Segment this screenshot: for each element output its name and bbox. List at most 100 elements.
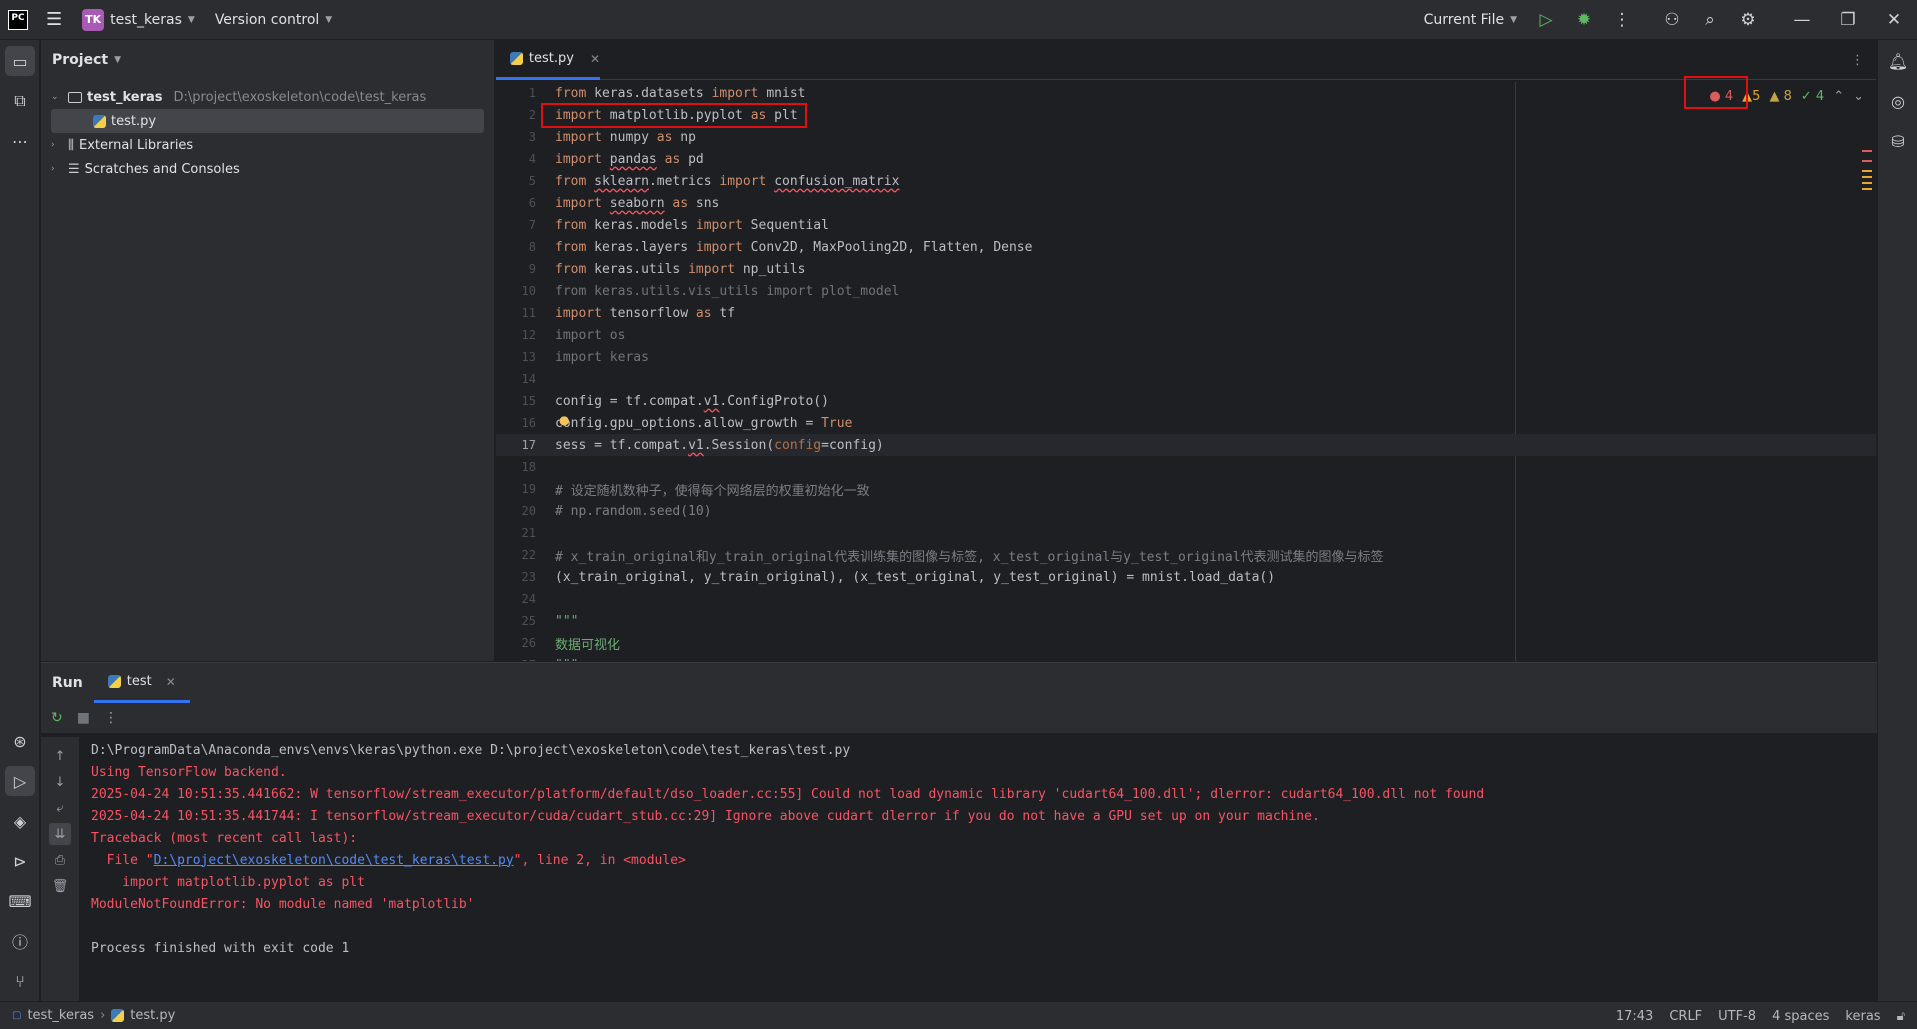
line-separator[interactable]: CRLF <box>1669 1009 1702 1024</box>
breadcrumb-project[interactable]: test_keras <box>27 1008 94 1023</box>
project-selector[interactable]: TK test_keras ▼ <box>72 0 205 40</box>
database-icon[interactable]: ⛁ <box>1883 126 1913 156</box>
tree-item-external-libraries[interactable]: › ⫼ External Libraries <box>51 133 484 157</box>
breadcrumb: ▢ test_keras › test.py <box>0 1008 175 1023</box>
code-line: 16 config.gpu_options.allow_growth = True… <box>521 413 853 431</box>
console-line: Process finished with exit code 1 <box>91 940 350 956</box>
pycharm-logo: PC <box>8 9 28 30</box>
indent-setting[interactable]: 4 spaces <box>1772 1009 1829 1024</box>
python-console-icon[interactable]: ⊛ <box>5 726 35 756</box>
print-icon[interactable]: ⎙ <box>49 849 71 871</box>
python-file-icon <box>107 675 121 688</box>
python-file-icon <box>510 52 523 65</box>
tab-test-py[interactable]: test.py ✕ <box>496 40 600 80</box>
close-icon[interactable]: ✕ <box>166 675 176 689</box>
run-config-selector[interactable]: Current File ▼ <box>1414 0 1527 40</box>
terminal-icon[interactable]: ⌨ <box>5 886 35 916</box>
chevron-right-icon[interactable]: › <box>51 164 63 174</box>
lightbulb-icon[interactable]: ● <box>559 413 569 427</box>
library-icon: ⫼ <box>68 137 74 153</box>
console-text: File " <box>91 852 154 868</box>
console-line-file: File " D:\project\exoskeleton\code\test_k… <box>91 849 1867 871</box>
gear-icon[interactable]: ⚙ <box>1729 0 1767 40</box>
right-tool-strip: 🔔︎ ◎ ⛁ <box>1877 40 1917 1001</box>
project-panel-title: Project <box>52 52 109 68</box>
run-config-label: Current File <box>1423 12 1505 28</box>
code-line: 18 <box>521 460 536 474</box>
caret-position[interactable]: 17:43 <box>1616 1009 1653 1024</box>
code-line: 11 import tensorflow as tf <box>521 305 736 321</box>
chevron-down-icon: ▼ <box>1510 15 1517 25</box>
run-tab-test[interactable]: test ✕ <box>93 663 190 703</box>
code-line-current: 17 sess = tf.compat.v1.Session(config=con… <box>496 434 1876 456</box>
main-menu-button[interactable]: ☰ <box>36 0 72 40</box>
arrow-up-icon[interactable]: ↑ <box>49 745 71 767</box>
close-icon[interactable]: ✕ <box>590 52 600 66</box>
console-line: Traceback (most recent call last): <box>91 830 358 846</box>
notifications-icon[interactable]: 🔔︎ <box>1883 46 1913 76</box>
services-icon[interactable]: ⊳ <box>5 846 35 876</box>
chevron-down-icon: ▼ <box>187 14 195 25</box>
console-line: ModuleNotFoundError: No module named 'ma… <box>91 896 475 912</box>
rerun-icon[interactable]: ↻ <box>51 710 63 726</box>
code-line: 25 """ <box>521 613 579 629</box>
python-packages-icon[interactable]: ◈ <box>5 806 35 836</box>
more-tools-icon[interactable]: ⋯ <box>5 126 35 156</box>
add-user-icon[interactable]: ⚇ <box>1653 0 1691 40</box>
tree-item-scratches[interactable]: › ☰ Scratches and Consoles <box>51 157 484 181</box>
kebab-icon[interactable]: ⋮ <box>1851 40 1864 80</box>
code-line: 27""" <box>496 654 1876 662</box>
structure-icon[interactable]: ⧉ <box>5 86 35 116</box>
arrow-down-icon[interactable]: ↓ <box>49 771 71 793</box>
chevron-down-icon: ▼ <box>325 14 333 25</box>
console-output[interactable]: D:\ProgramData\Anaconda_envs\envs\keras\… <box>91 739 1867 1001</box>
file-encoding[interactable]: UTF-8 <box>1718 1009 1756 1024</box>
git-icon[interactable]: ⑂ <box>5 966 35 996</box>
kebab-icon[interactable]: ⋮ <box>104 710 118 726</box>
editor: test.py ✕ ⋮ ● 4 ▲5 ▲ 8 ✓ 4 ⌃ ⌄ 1 from ker… <box>496 40 1876 661</box>
tree-item-label: External Libraries <box>78 137 194 153</box>
code-line: 19 # 设定随机数种子，使得每个网络层的权重初始化一致 <box>521 482 870 499</box>
search-icon[interactable]: ⌕ <box>1691 0 1729 40</box>
code-area[interactable]: 1 from keras.datasets import mnist 2 impor… <box>496 82 1876 661</box>
highlight-box-import <box>541 103 807 128</box>
problems-icon[interactable]: ⓘ <box>5 926 35 956</box>
ai-assistant-icon[interactable]: ◎ <box>1883 86 1913 116</box>
close-icon[interactable]: ✕ <box>1871 0 1917 40</box>
file-link[interactable]: D:\project\exoskeleton\code\test_keras\t… <box>154 853 514 868</box>
breadcrumb-file[interactable]: test.py <box>130 1008 175 1023</box>
chevron-right-icon[interactable]: › <box>51 140 63 150</box>
code-line: 3 import numpy as np <box>528 129 696 145</box>
chevron-down-icon[interactable]: ⌄ <box>51 92 63 102</box>
lock-icon[interactable]: 🔓︎ <box>1897 1009 1905 1024</box>
code-line: 12 import os <box>521 327 626 343</box>
console-line: Using TensorFlow backend. <box>91 764 287 780</box>
soft-wrap-icon[interactable]: ⤶ <box>49 797 71 819</box>
play-icon[interactable]: ▷ <box>1527 0 1565 40</box>
scroll-to-end-icon[interactable]: ⇊ <box>49 823 71 845</box>
project-view-icon[interactable]: ▭ <box>5 46 35 76</box>
restore-icon[interactable]: ❐ <box>1825 0 1871 40</box>
kebab-icon[interactable]: ⋮ <box>1603 0 1641 40</box>
tree-item-label: Scratches and Consoles <box>84 161 240 177</box>
code-line: 22 # x_train_original和y_train_original代表训… <box>521 548 1384 565</box>
code-line: 24 <box>521 592 536 606</box>
run-tool-icon[interactable]: ▷ <box>5 766 35 796</box>
chevron-right-icon: › <box>100 1008 106 1023</box>
stop-icon[interactable]: ■ <box>77 710 90 726</box>
code-line: 23 (x_train_original, y_train_original), … <box>521 569 1276 585</box>
project-panel-header[interactable]: Project ▼ <box>41 40 494 80</box>
minimize-icon[interactable]: — <box>1779 0 1825 40</box>
python-file-icon <box>111 1009 125 1022</box>
run-side-toolbar: ↑ ↓ ⤶ ⇊ ⎙ 🗑︎ <box>41 737 79 1002</box>
tree-item-test-py[interactable]: test.py <box>51 109 484 133</box>
vcs-selector[interactable]: Version control ▼ <box>205 0 342 40</box>
interpreter[interactable]: keras <box>1845 1009 1880 1024</box>
run-tab-label: test <box>126 674 152 689</box>
tree-item-project-root[interactable]: ⌄ test_keras D:\project\exoskeleton\code… <box>51 85 484 109</box>
tree-item-path: D:\project\exoskeleton\code\test_keras <box>173 89 427 105</box>
bug-icon[interactable]: ✹ <box>1565 0 1603 40</box>
code-line: 5 from sklearn.metrics import confusion_m… <box>528 173 900 189</box>
python-file-icon <box>93 114 106 128</box>
trash-icon[interactable]: 🗑︎ <box>49 875 71 897</box>
